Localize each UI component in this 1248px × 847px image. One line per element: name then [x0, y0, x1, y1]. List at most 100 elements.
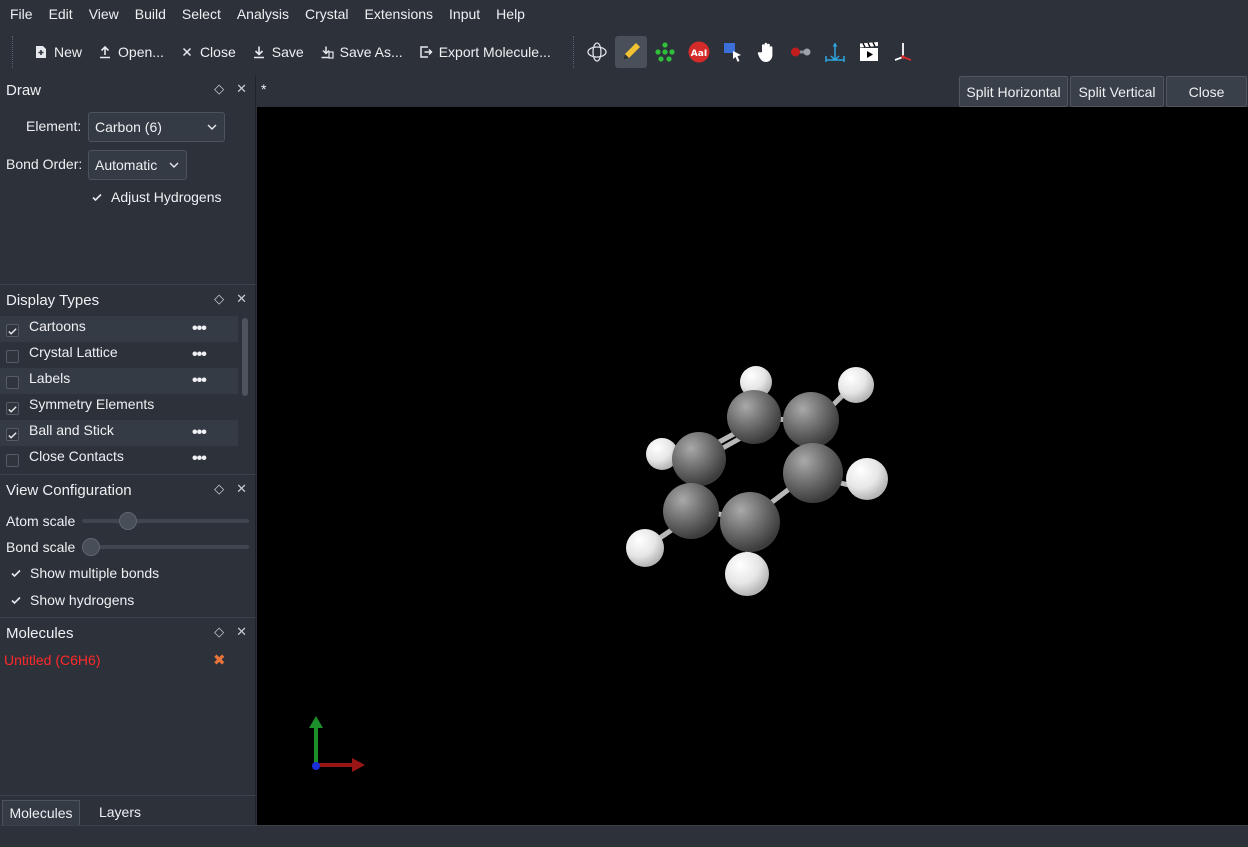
checkmark-icon — [9, 594, 22, 607]
more-options-icon[interactable]: ••• — [192, 346, 207, 364]
remove-molecule-icon[interactable]: ✖ — [213, 651, 226, 669]
float-icon[interactable]: ◇ — [214, 481, 224, 497]
align-tool[interactable] — [819, 36, 851, 68]
checkbox-checked-icon[interactable] — [6, 402, 19, 415]
carbon-atom — [727, 390, 781, 444]
display-type-symmetry-elements[interactable]: Symmetry Elements — [0, 394, 238, 420]
adjust-hydrogens-checkbox[interactable]: Adjust Hydrogens — [90, 189, 222, 205]
download-icon — [253, 46, 264, 59]
checkbox-empty-icon[interactable] — [6, 454, 19, 467]
close-icon[interactable]: ✕ — [236, 624, 247, 640]
close-icon[interactable]: ✕ — [236, 81, 247, 97]
menu-select[interactable]: Select — [174, 0, 229, 28]
more-options-icon[interactable]: ••• — [192, 424, 207, 442]
navigate-tool[interactable] — [581, 36, 613, 68]
menu-view[interactable]: View — [81, 0, 127, 28]
save-button[interactable]: Save — [244, 37, 312, 67]
show-hydrogens-checkbox[interactable]: Show hydrogens — [9, 592, 134, 608]
save-as-button[interactable]: Save As... — [312, 37, 411, 67]
viewport-header: * Split Horizontal Split Vertical Close — [257, 76, 1248, 107]
more-options-icon[interactable]: ••• — [192, 320, 207, 338]
tab-layers[interactable]: Layers — [84, 800, 156, 826]
checkmark-icon — [90, 191, 103, 204]
label-icon: AaI — [688, 41, 710, 63]
split-vertical-button[interactable]: Split Vertical — [1070, 76, 1164, 107]
tab-molecules[interactable]: Molecules — [2, 800, 80, 826]
chevron-down-icon — [169, 162, 179, 168]
checkbox-empty-icon[interactable] — [6, 376, 19, 389]
export-molecule-button[interactable]: Export Molecule... — [411, 37, 559, 67]
float-icon[interactable]: ◇ — [214, 291, 224, 307]
bond-order-combobox[interactable]: Automatic — [88, 150, 187, 180]
molecule-viewport[interactable] — [257, 107, 1248, 825]
display-type-labels[interactable]: Labels ••• — [0, 368, 238, 394]
display-type-label: Cartoons — [29, 318, 86, 334]
show-multiple-bonds-checkbox[interactable]: Show multiple bonds — [9, 565, 159, 581]
display-types-scrollbar[interactable] — [242, 318, 248, 396]
atom-scale-slider[interactable] — [82, 519, 249, 523]
hand-tool[interactable] — [751, 36, 783, 68]
toolbar-grip[interactable] — [12, 36, 14, 68]
view-config-title: View Configuration — [6, 482, 132, 499]
more-options-icon[interactable]: ••• — [192, 372, 207, 390]
menu-extensions[interactable]: Extensions — [357, 0, 441, 28]
display-types-title: Display Types — [6, 292, 100, 309]
axes-tool[interactable] — [887, 36, 919, 68]
display-type-label: Labels — [29, 370, 71, 386]
label-tool[interactable]: AaI — [683, 36, 715, 68]
draw-tool[interactable] — [614, 36, 647, 68]
split-horizontal-button[interactable]: Split Horizontal — [959, 76, 1068, 107]
viewport-tab[interactable]: * — [261, 81, 266, 97]
manipulate-tool[interactable] — [649, 36, 681, 68]
float-icon[interactable]: ◇ — [214, 624, 224, 640]
atom-scale-label: Atom scale — [6, 513, 76, 529]
close-view-button[interactable]: Close — [1166, 76, 1247, 107]
status-bar — [0, 825, 1248, 847]
checkbox-checked-icon[interactable] — [6, 324, 19, 337]
measure-tool[interactable] — [785, 36, 817, 68]
menu-build[interactable]: Build — [127, 0, 174, 28]
draw-panel-controls: ◇ ✕ — [214, 81, 247, 97]
draw-panel-title: Draw — [6, 82, 42, 99]
bond-scale-label: Bond scale — [6, 539, 76, 555]
more-options-icon[interactable]: ••• — [192, 450, 207, 468]
menu-help[interactable]: Help — [488, 0, 533, 28]
menu-bar: File Edit View Build Select Analysis Cry… — [0, 0, 1248, 28]
display-type-cartoons[interactable]: Cartoons ••• — [0, 316, 238, 342]
open-button[interactable]: Open... — [90, 37, 172, 67]
close-icon[interactable]: ✕ — [236, 291, 247, 307]
select-tool[interactable] — [717, 36, 749, 68]
chevron-down-icon — [207, 124, 217, 130]
toolbar-grip-2[interactable] — [572, 36, 575, 68]
hydrogen-atom — [626, 529, 664, 567]
bond-order-value: Automatic — [95, 157, 158, 173]
molecule-entry[interactable]: Untitled (C6H6) — [4, 652, 100, 668]
atom-scale-handle[interactable] — [119, 512, 138, 530]
menu-analysis[interactable]: Analysis — [229, 0, 297, 28]
element-label: Element: — [26, 118, 82, 134]
checkbox-checked-icon[interactable] — [6, 428, 19, 441]
hydrogen-atom — [838, 367, 874, 403]
carbon-atom — [663, 483, 719, 539]
molecules-panel-controls: ◇ ✕ — [214, 624, 247, 640]
checkbox-empty-icon[interactable] — [6, 350, 19, 363]
bond-order-label: Bond Order: — [6, 156, 83, 172]
bond-scale-slider[interactable] — [82, 545, 249, 549]
hydrogen-atom — [846, 458, 888, 500]
close-file-button[interactable]: Close — [172, 37, 244, 67]
menu-crystal[interactable]: Crystal — [297, 0, 357, 28]
menu-edit[interactable]: Edit — [41, 0, 81, 28]
new-button[interactable]: New — [26, 37, 90, 67]
menu-input[interactable]: Input — [441, 0, 488, 28]
animation-tool[interactable] — [853, 36, 885, 68]
close-icon[interactable]: ✕ — [236, 481, 247, 497]
display-type-crystal-lattice[interactable]: Crystal Lattice ••• — [0, 342, 238, 368]
display-type-close-contacts[interactable]: Close Contacts ••• — [0, 446, 238, 472]
bond-scale-handle[interactable] — [82, 538, 100, 556]
float-icon[interactable]: ◇ — [214, 81, 224, 97]
menu-file[interactable]: File — [2, 0, 41, 28]
panel-divider — [0, 617, 256, 618]
element-combobox[interactable]: Carbon (6) — [88, 112, 225, 142]
display-type-ball-and-stick[interactable]: Ball and Stick ••• — [0, 420, 238, 446]
new-label: New — [54, 44, 83, 60]
